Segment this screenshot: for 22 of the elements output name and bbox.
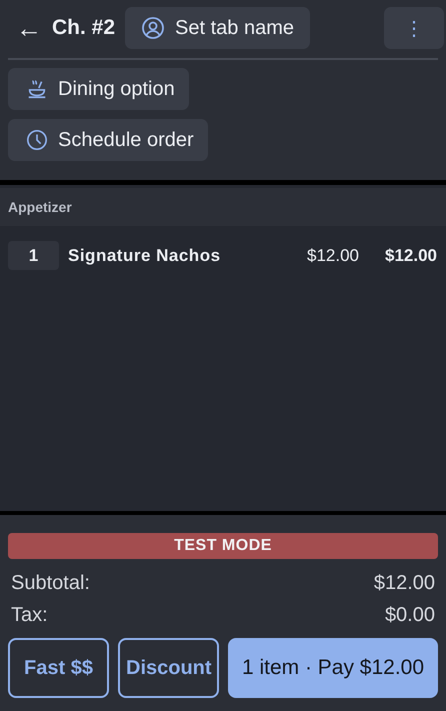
item-total: $12.00 (385, 246, 437, 266)
section-header: Appetizer (0, 188, 446, 226)
action-button[interactable]: Discount (118, 638, 219, 698)
schedule-order-button[interactable]: Schedule order (8, 119, 208, 161)
total-value: $12.00 (374, 572, 435, 594)
item-name: Signature Nachos (68, 246, 221, 266)
action-button[interactable]: Fast $$ (8, 638, 109, 698)
dining-option-button[interactable]: Dining option (8, 68, 189, 110)
total-label: Tax: (11, 604, 48, 626)
quantity-box[interactable]: 1 (8, 241, 59, 270)
set-tab-name-button[interactable]: Set tab name (125, 7, 310, 49)
item-price: $12.00 (307, 246, 359, 266)
clock-icon (26, 129, 48, 151)
total-label: Subtotal: (11, 572, 90, 594)
person-icon (141, 16, 166, 40)
more-menu-button[interactable]: ⋮ (384, 7, 444, 49)
total-value: $0.00 (384, 604, 435, 626)
check-title: Ch. #2 (52, 16, 116, 40)
back-button[interactable]: ← (16, 12, 42, 44)
test-mode-banner: TEST MODE (8, 533, 438, 559)
bowl-icon (26, 78, 48, 100)
pay-button[interactable]: 1 item · Pay $12.00 (228, 638, 438, 698)
